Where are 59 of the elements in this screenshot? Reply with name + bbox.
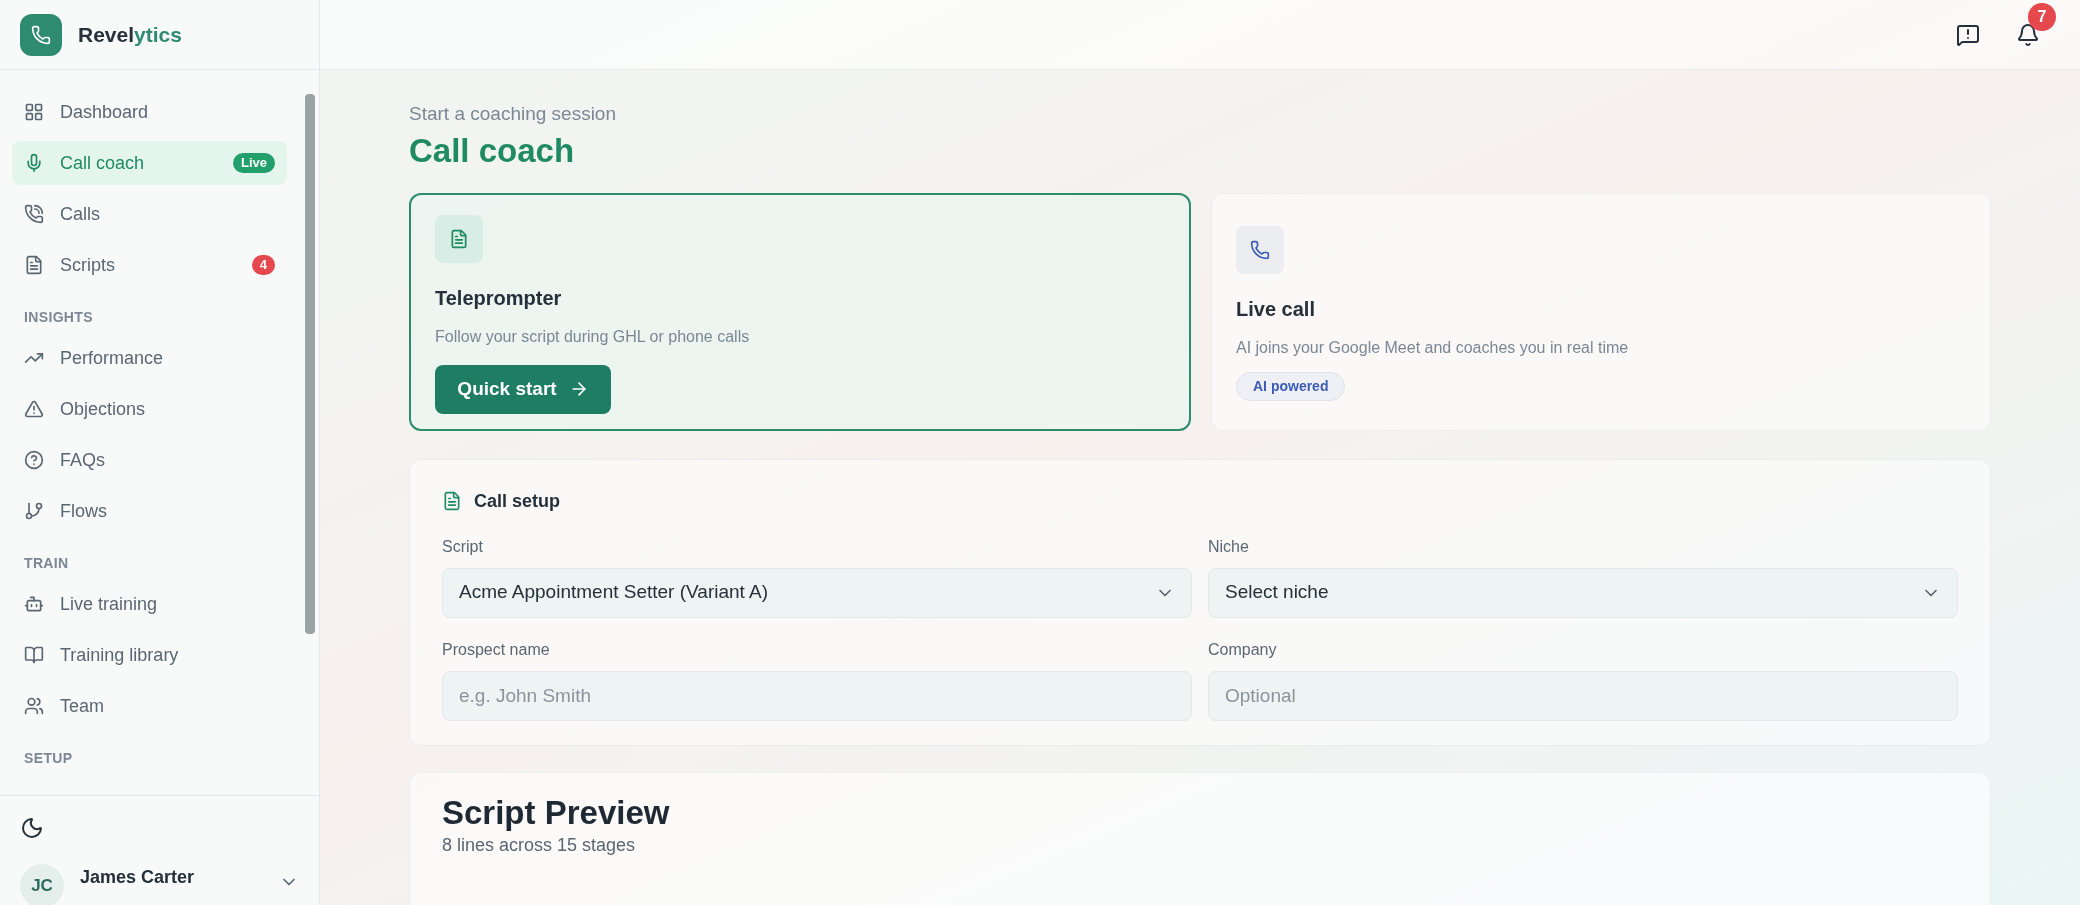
count-badge: 4 [251,255,275,275]
page-title: Call coach [409,130,576,171]
nav-item[interactable]: Team [12,684,287,728]
dark-mode-icon[interactable] [20,816,44,840]
notification-icon[interactable] [2016,22,2040,47]
nav-item[interactable]: Calls [12,192,287,236]
field-label: Niche [1208,536,1250,557]
logo-icon [20,13,62,56]
live-badge: Live [233,153,275,173]
mode-card[interactable]: Teleprompter Follow your script during GHL or phone calls Quick start [409,192,1191,431]
nav-item[interactable]: Training library [12,633,287,677]
nav-item[interactable]: Scripts 4 [12,243,287,287]
input-field[interactable]: Optional [1208,670,1958,721]
grid-icon [24,102,44,122]
microphone-icon [24,153,44,173]
nav-item[interactable]: Performance [12,336,287,380]
book-icon [24,645,44,665]
mode-card[interactable]: Live call AI joins your Google Meet and coaches you in real time AI powered [1211,192,1991,431]
user-name: James Carter [80,866,195,889]
page-subtitle: Start a coaching session [409,102,617,126]
help-icon [24,450,44,470]
brand-name: Revelytics [78,21,182,48]
section-title: Call setup [474,489,561,513]
document-icon [435,214,483,263]
field-label: Script [442,536,484,557]
section-heading: INSIGHTS [23,308,94,327]
card-description: Follow your script during GHL or phone calls [435,326,751,347]
section-title: Script Preview [442,792,671,833]
nav-item[interactable]: Live training [12,582,287,626]
user-avatar: JC [20,864,64,905]
nav-item[interactable]: Call coach Live [12,141,287,185]
input-field[interactable]: e.g. John Smith [442,670,1192,721]
section-heading: SETUP [23,749,74,768]
ai-powered-tag: AI powered [1236,371,1346,401]
field-label: Company [1208,639,1278,660]
nav-item[interactable]: Flows [12,489,287,533]
nav-item[interactable]: FAQs [12,438,287,482]
document-icon [442,491,462,511]
field-label: Prospect name [442,639,551,660]
users-icon [24,696,44,716]
card-title: Teleprompter [435,285,563,311]
select-field[interactable]: Acme Appointment Setter (Variant A) [442,567,1192,618]
warning-icon [24,399,44,419]
card-title: Live call [1236,296,1316,322]
quick-start-button[interactable]: Quick start [435,364,611,414]
phone-icon [24,204,44,224]
notification-badge: 7 [2028,2,2056,31]
phone-icon [1236,225,1284,274]
card-description: AI joins your Google Meet and coaches you in real time [1236,337,1630,358]
document-icon [24,255,44,275]
robot-icon [24,594,44,614]
nav-item[interactable]: Objections [12,387,287,431]
scrollbar[interactable] [305,94,315,634]
select-field[interactable]: Select niche [1208,567,1958,618]
section-heading: TRAIN [23,554,70,573]
branch-icon [24,501,44,521]
feedback-icon[interactable] [1956,22,1980,47]
preview-summary: 8 lines across 15 stages [442,833,637,857]
nav-item[interactable]: Dashboard [12,90,287,134]
